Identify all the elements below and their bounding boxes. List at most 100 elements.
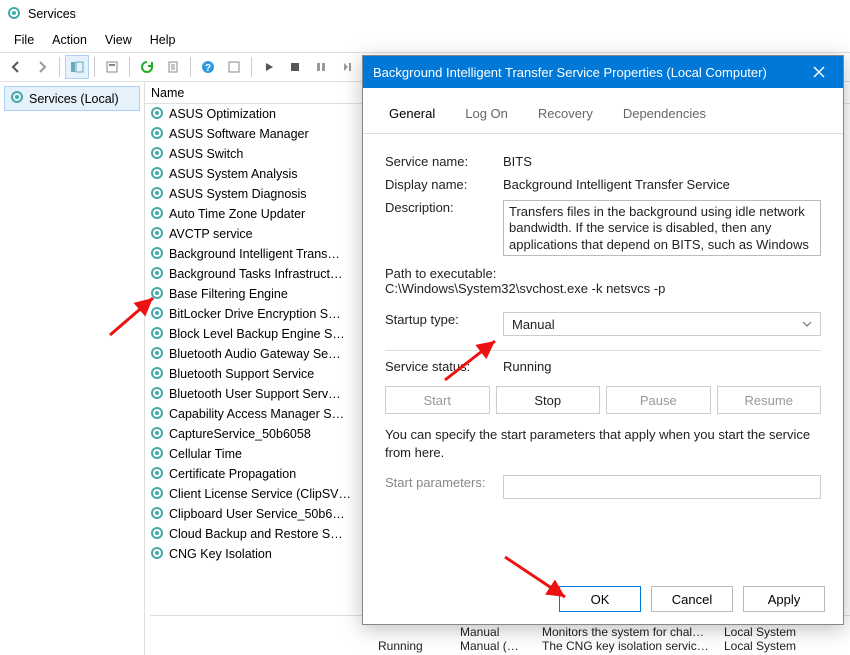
service-name: CaptureService_50b6058 — [169, 427, 311, 441]
service-name: ASUS System Analysis — [169, 167, 298, 181]
chevron-down-icon — [802, 317, 812, 332]
cancel-button[interactable]: Cancel — [651, 586, 733, 612]
service-name: Base Filtering Engine — [169, 287, 288, 301]
apply-button[interactable]: Apply — [743, 586, 825, 612]
menu-view[interactable]: View — [97, 31, 140, 49]
service-name: ASUS Switch — [169, 147, 243, 161]
tree-node-label: Services (Local) — [29, 92, 119, 106]
properties-button[interactable] — [100, 55, 124, 79]
service-name: Auto Time Zone Updater — [169, 207, 305, 221]
window-title: Services — [28, 7, 76, 21]
status-running: Running — [378, 639, 458, 653]
service-name: ASUS Optimization — [169, 107, 276, 121]
label-description: Description: — [385, 200, 495, 215]
tab-general[interactable]: General — [379, 100, 445, 127]
gear-icon — [149, 165, 165, 184]
start-button[interactable]: Start — [385, 386, 490, 414]
startup-type-select[interactable]: Manual — [503, 312, 821, 336]
nav-back-button[interactable] — [4, 55, 28, 79]
service-properties-dialog: Background Intelligent Transfer Service … — [362, 55, 844, 625]
value-display-name: Background Intelligent Transfer Service — [503, 177, 821, 192]
gear-icon — [149, 445, 165, 464]
service-name: AVCTP service — [169, 227, 253, 241]
dialog-close-button[interactable] — [805, 58, 833, 86]
menu-file[interactable]: File — [6, 31, 42, 49]
tab-recovery[interactable]: Recovery — [528, 100, 603, 127]
tab-logon[interactable]: Log On — [455, 100, 518, 127]
gear-icon — [149, 205, 165, 224]
service-name: Cellular Time — [169, 447, 242, 461]
show-hide-tree-button[interactable] — [65, 55, 89, 79]
gear-icon — [149, 105, 165, 124]
label-path: Path to executable: — [385, 266, 821, 281]
dialog-titlebar[interactable]: Background Intelligent Transfer Service … — [363, 56, 843, 88]
start-service-button[interactable] — [257, 55, 281, 79]
gear-icon — [149, 305, 165, 324]
value-service-name: BITS — [503, 154, 821, 169]
service-name: CNG Key Isolation — [169, 547, 272, 561]
service-name: Client License Service (ClipSV… — [169, 487, 351, 501]
nav-forward-button[interactable] — [30, 55, 54, 79]
refresh-button[interactable] — [135, 55, 159, 79]
services-app-icon — [6, 5, 22, 24]
dialog-tabs: General Log On Recovery Dependencies — [363, 88, 843, 134]
label-start-params: Start parameters: — [385, 475, 495, 490]
service-name: ASUS Software Manager — [169, 127, 309, 141]
menu-action[interactable]: Action — [44, 31, 95, 49]
service-name: BitLocker Drive Encryption S… — [169, 307, 341, 321]
service-name: Capability Access Manager S… — [169, 407, 344, 421]
service-name: Clipboard User Service_50b6… — [169, 507, 345, 521]
gear-icon — [149, 245, 165, 264]
gear-icon — [149, 325, 165, 344]
pause-button[interactable]: Pause — [606, 386, 711, 414]
gear-icon — [149, 365, 165, 384]
service-name: Cloud Backup and Restore S… — [169, 527, 343, 541]
gear-icon — [149, 265, 165, 284]
gear-icon — [149, 345, 165, 364]
gear-icon — [149, 525, 165, 544]
description-textbox[interactable]: Transfers files in the background using … — [503, 200, 821, 256]
gear-icon — [149, 505, 165, 524]
gear-icon — [149, 225, 165, 244]
about-button[interactable] — [222, 55, 246, 79]
svg-text:?: ? — [205, 63, 211, 74]
tab-dependencies[interactable]: Dependencies — [613, 100, 716, 127]
gear-icon — [149, 145, 165, 164]
resume-button[interactable]: Resume — [717, 386, 822, 414]
restart-service-button[interactable] — [335, 55, 359, 79]
value-path: C:\Windows\System32\svchost.exe -k netsv… — [385, 281, 821, 296]
menu-help[interactable]: Help — [142, 31, 184, 49]
close-icon — [813, 66, 825, 78]
gear-icon — [149, 465, 165, 484]
gear-icon — [149, 485, 165, 504]
menubar: File Action View Help — [0, 28, 850, 52]
stop-service-button[interactable] — [283, 55, 307, 79]
label-service-status: Service status: — [385, 359, 495, 374]
label-service-name: Service name: — [385, 154, 495, 169]
gear-icon — [149, 285, 165, 304]
tree-node-services-local[interactable]: Services (Local) — [4, 86, 140, 111]
gear-icon — [149, 425, 165, 444]
gear-icon — [149, 185, 165, 204]
export-list-button[interactable] — [161, 55, 185, 79]
dialog-title: Background Intelligent Transfer Service … — [373, 65, 767, 80]
help-button[interactable]: ? — [196, 55, 220, 79]
service-name: Bluetooth Audio Gateway Se… — [169, 347, 341, 361]
start-params-input[interactable] — [503, 475, 821, 499]
service-name: Bluetooth Support Service — [169, 367, 314, 381]
service-name: ASUS System Diagnosis — [169, 187, 307, 201]
service-name: Background Tasks Infrastruct… — [169, 267, 342, 281]
pause-service-button[interactable] — [309, 55, 333, 79]
ok-button[interactable]: OK — [559, 586, 641, 612]
services-icon — [9, 89, 25, 108]
label-display-name: Display name: — [385, 177, 495, 192]
window-titlebar: Services — [0, 0, 850, 28]
gear-icon — [149, 545, 165, 564]
service-name: Bluetooth User Support Serv… — [169, 387, 341, 401]
console-tree: Services (Local) — [0, 82, 145, 655]
start-params-note: You can specify the start parameters tha… — [385, 426, 821, 461]
stop-button[interactable]: Stop — [496, 386, 601, 414]
startup-type-value: Manual — [512, 317, 555, 332]
value-service-status: Running — [503, 359, 821, 374]
label-startup-type: Startup type: — [385, 312, 495, 327]
